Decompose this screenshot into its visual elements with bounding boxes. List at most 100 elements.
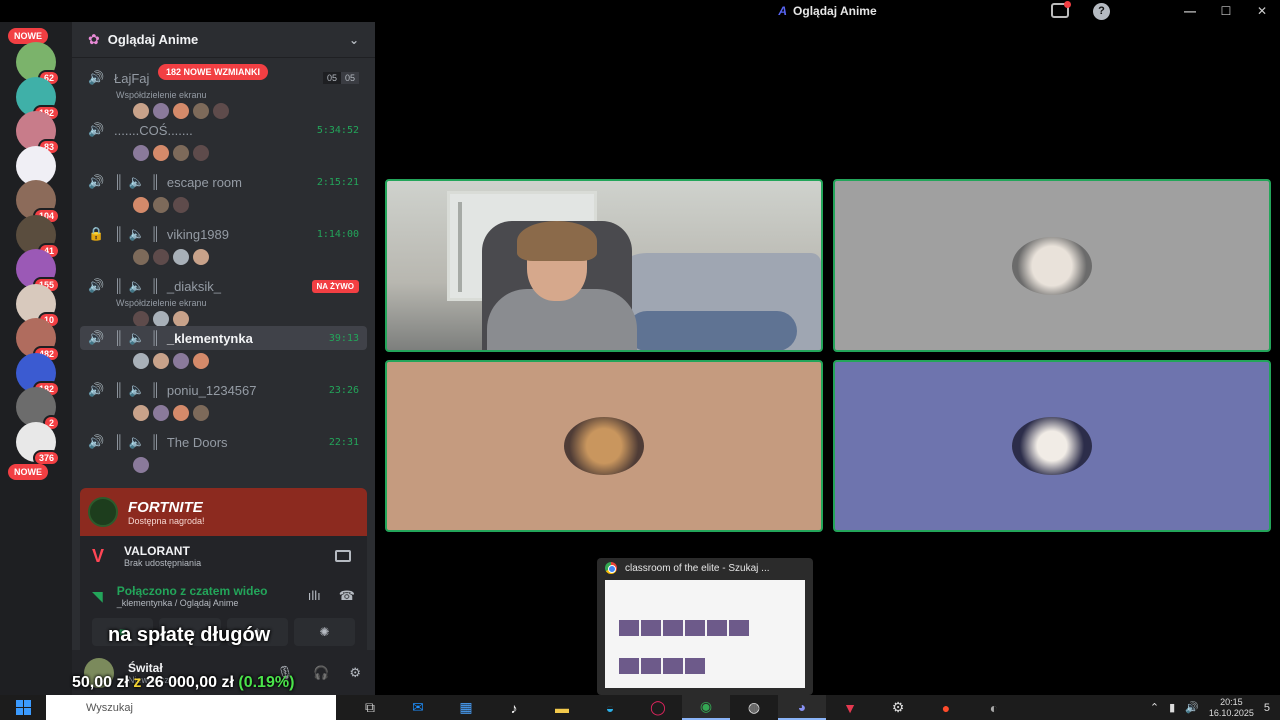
- mentions-badge[interactable]: 182 NOWE WZMIANKI: [158, 64, 269, 80]
- voice-channel: 🔊 ║ 🔈 ║ _klementynka 39:13: [80, 326, 367, 370]
- avatar[interactable]: [192, 144, 210, 162]
- stream-subtitle: na spłatę długów: [108, 624, 271, 646]
- voice-channel: 🔒 ║ 🔈 ║ viking1989 1:14:00: [80, 222, 367, 266]
- avatar[interactable]: [132, 248, 150, 266]
- avatar[interactable]: [152, 352, 170, 370]
- avatar[interactable]: [132, 352, 150, 370]
- maximize-button[interactable]: ☐: [1208, 4, 1244, 18]
- participant-hair: [517, 221, 597, 261]
- server-flower-icon: ✿: [88, 31, 100, 47]
- channel-emoji-decor: ║ 🔈 ║: [114, 330, 161, 345]
- new-badge-top[interactable]: NOWE: [8, 28, 48, 44]
- valorant-panel[interactable]: V VALORANT Brak udostępniania: [80, 536, 367, 576]
- screen-share-icon[interactable]: [1051, 1, 1071, 18]
- donation-goal: 50,00 zł z 26 000,00 zł (0.19%): [72, 674, 294, 692]
- avatar[interactable]: [152, 144, 170, 162]
- discord-taskbar-icon[interactable]: ◕: [778, 695, 826, 720]
- title-bar: A Oglądaj Anime ? — ☐ ✕: [375, 0, 1280, 22]
- avatar[interactable]: [172, 248, 190, 266]
- channel-duration: 23:26: [328, 384, 359, 396]
- recorder-icon[interactable]: ●: [922, 695, 970, 720]
- avatar[interactable]: [152, 404, 170, 422]
- app-icon[interactable]: ◐: [970, 695, 1018, 720]
- video-tile-4[interactable]: [833, 360, 1271, 532]
- avatar[interactable]: [172, 352, 190, 370]
- disconnect-icon[interactable]: ☎: [339, 588, 355, 604]
- avatar[interactable]: [192, 248, 210, 266]
- donation-amount: 50,00 zł: [72, 674, 129, 691]
- server-icon[interactable]: 376: [16, 421, 60, 466]
- usb-icon[interactable]: ▮: [1169, 701, 1175, 714]
- start-button[interactable]: [0, 700, 46, 715]
- tiktok-icon[interactable]: ♪: [490, 695, 538, 720]
- edge-icon[interactable]: ◒: [586, 695, 634, 720]
- avatar[interactable]: [192, 404, 210, 422]
- settings-gear-icon[interactable]: ⚙: [349, 665, 361, 681]
- fortnite-title: FORTNITE: [128, 498, 203, 516]
- fortnite-sub: Dostępna nagroda!: [128, 515, 205, 526]
- avatar[interactable]: [172, 196, 190, 214]
- volume-icon[interactable]: 🔊: [1185, 701, 1199, 714]
- avatar[interactable]: [132, 196, 150, 214]
- tray-chevron-icon[interactable]: ⌃: [1150, 701, 1159, 714]
- voice-channel[interactable]: _klementynka / Oglądaj Anime: [117, 598, 268, 608]
- stream-game-icon[interactable]: [335, 550, 351, 562]
- avatar[interactable]: [192, 352, 210, 370]
- opera-icon[interactable]: ◯: [634, 695, 682, 720]
- new-badge-bottom[interactable]: NOWE: [8, 464, 48, 480]
- notification-icon[interactable]: 5: [1264, 702, 1270, 714]
- avatar[interactable]: [152, 248, 170, 266]
- chevron-down-icon[interactable]: ⌄: [349, 33, 359, 47]
- channel-duration: 39:13: [328, 332, 359, 344]
- video-tile-2[interactable]: [833, 179, 1271, 352]
- channel-name: viking1989: [166, 226, 229, 242]
- obs-icon[interactable]: ◍: [730, 695, 778, 720]
- voice-channel-row[interactable]: 🔊 ║ 🔈 ║ poniu_1234567 23:26: [80, 378, 367, 402]
- avatar[interactable]: [132, 144, 150, 162]
- mail-app-icon[interactable]: ▼: [826, 695, 874, 720]
- avatar: [564, 417, 644, 475]
- settings-icon[interactable]: ⚙: [874, 695, 922, 720]
- video-tile-camera[interactable]: [385, 179, 823, 352]
- discord-app: A Oglądaj Anime ? — ☐ ✕ NOWE 62 182 83 104 4…: [0, 0, 1280, 695]
- close-button[interactable]: ✕: [1244, 4, 1280, 18]
- voice-channel-row[interactable]: 🔊 ║ 🔈 ║ escape room 2:15:21: [80, 170, 367, 194]
- channel-duration: 5:34:52: [316, 124, 359, 136]
- soundboard-button[interactable]: ✺: [293, 618, 355, 646]
- voice-channel-row[interactable]: 🔊 .......COŚ....... 5:34:52: [80, 118, 367, 142]
- chrome-taskbar-icon[interactable]: ◉: [682, 695, 730, 720]
- headphones-icon[interactable]: 🎧: [313, 665, 329, 681]
- voice-channel: 🔊 ║ 🔈 ║ _diaksik_ NA ŻYWO Współdzielenie ekr…: [80, 274, 367, 328]
- preview-thumbnail: [605, 580, 805, 688]
- noise-suppression-icon[interactable]: ıllı: [308, 588, 321, 604]
- fortnite-panel[interactable]: FORTNITE Dostępna nagroda!: [80, 488, 367, 536]
- avatar[interactable]: [132, 404, 150, 422]
- server-header[interactable]: ✿ Oglądaj Anime ⌄: [72, 22, 375, 58]
- server-rail: NOWE 62 182 83 104 41 155 10 482 182 2 376 NOWE: [0, 22, 72, 695]
- store-icon[interactable]: ▦: [442, 695, 490, 720]
- signal-icon[interactable]: ◥: [92, 588, 103, 605]
- help-icon[interactable]: ?: [1093, 3, 1110, 20]
- voice-channel-row[interactable]: 🔊 ║ 🔈 ║ _klementynka 39:13: [80, 326, 367, 350]
- app-logo-icon: A: [778, 4, 788, 18]
- avatar[interactable]: [172, 144, 190, 162]
- avatar[interactable]: [172, 404, 190, 422]
- channel-participants: [80, 404, 367, 422]
- channel-emoji-decor: ║ 🔈 ║: [114, 174, 161, 189]
- avatar[interactable]: [152, 196, 170, 214]
- outlook-icon[interactable]: ✉: [394, 695, 442, 720]
- channel-participants: [80, 456, 367, 474]
- valorant-title: VALORANT: [124, 544, 190, 558]
- chrome-taskbar-preview[interactable]: classroom of the elite - Szukaj ...: [597, 558, 813, 695]
- taskbar-search[interactable]: Wyszukaj: [46, 695, 336, 720]
- voice-channel-row[interactable]: 🔒 ║ 🔈 ║ viking1989 1:14:00: [80, 222, 367, 246]
- voice-channel-row[interactable]: 🔊 ║ 🔈 ║ The Doors 22:31: [80, 430, 367, 454]
- minimize-button[interactable]: —: [1172, 4, 1208, 18]
- clock[interactable]: 20:15 16.10.2025: [1209, 697, 1254, 719]
- task-view-icon[interactable]: ⧉: [346, 695, 394, 720]
- file-explorer-icon[interactable]: ▬: [538, 695, 586, 720]
- video-tile-3[interactable]: [385, 360, 823, 532]
- avatar[interactable]: [132, 456, 150, 474]
- fortnite-icon: [88, 497, 118, 527]
- voice-channel-row[interactable]: 🔊 ║ 🔈 ║ _diaksik_ NA ŻYWO: [80, 274, 367, 298]
